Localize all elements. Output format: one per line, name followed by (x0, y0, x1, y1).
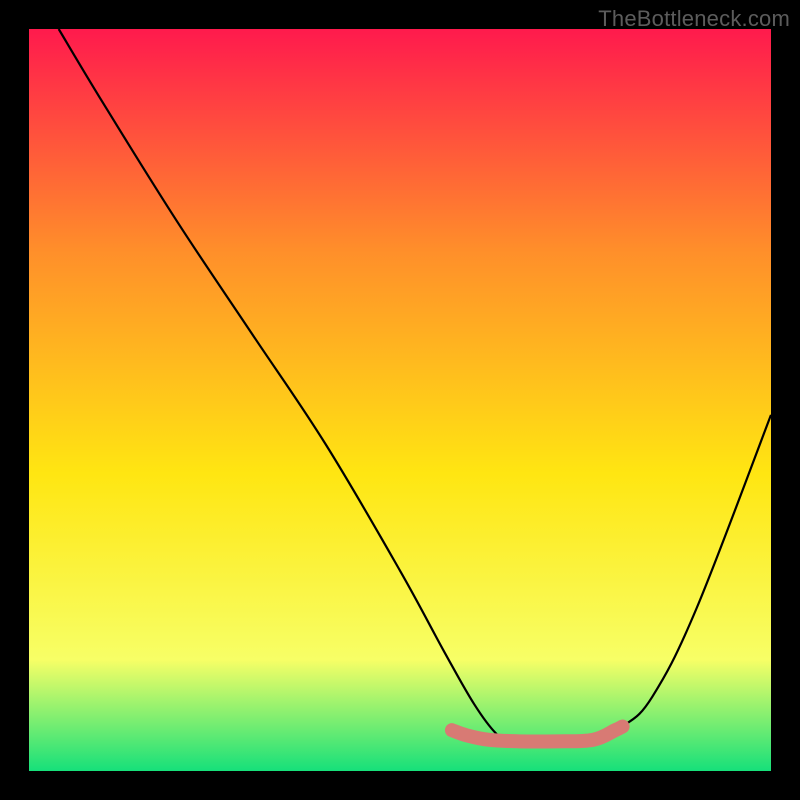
bottleneck-chart (0, 0, 800, 800)
watermark-text: TheBottleneck.com (598, 6, 790, 32)
plot-background (29, 29, 771, 771)
